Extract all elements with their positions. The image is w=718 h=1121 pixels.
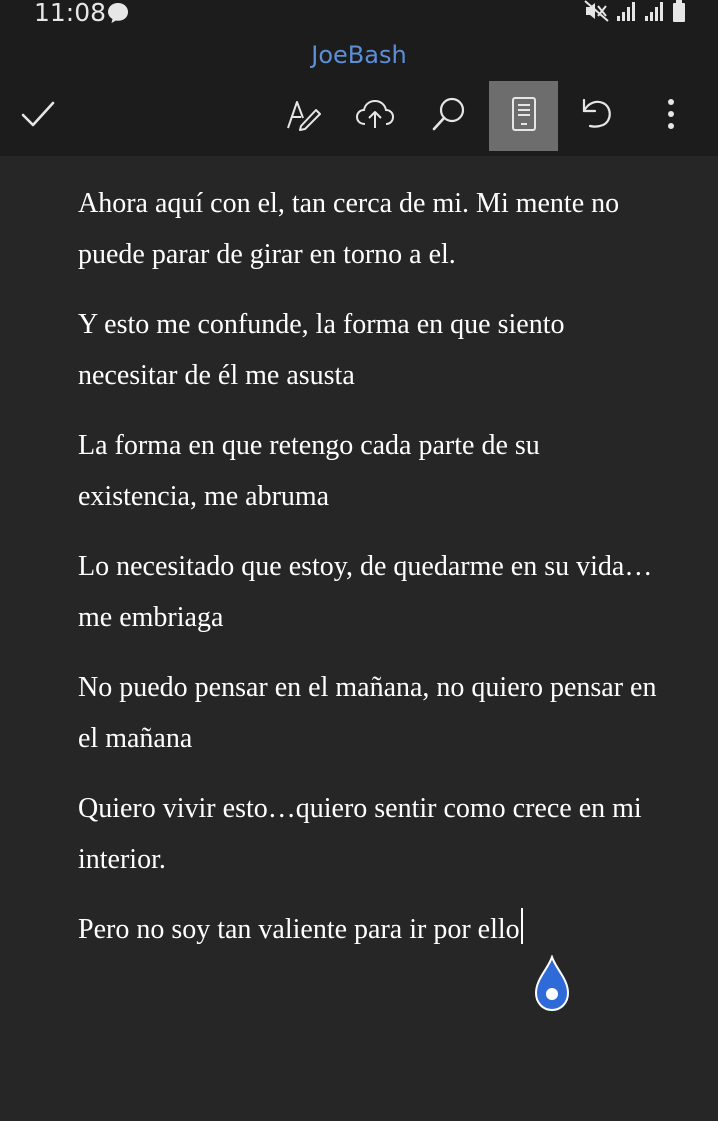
undo-icon: [580, 97, 614, 136]
search-button[interactable]: [414, 81, 484, 151]
done-button[interactable]: [8, 81, 68, 151]
status-time: 11:08: [34, 0, 107, 27]
document-paragraph-last[interactable]: Pero no soy tan valiente para ir por ell…: [78, 904, 658, 955]
search-icon: [431, 96, 467, 137]
cursor-handle[interactable]: [534, 953, 570, 1018]
battery-icon: [672, 0, 686, 27]
document-paragraph[interactable]: No puedo pensar en el mañana, no quiero …: [78, 662, 658, 764]
more-vertical-icon: [666, 98, 676, 135]
document-paragraph[interactable]: La forma en que retengo cada parte de su…: [78, 420, 658, 522]
document-title[interactable]: JoeBash: [0, 41, 718, 69]
document-paragraph[interactable]: Quiero vivir esto…quiero sentir como cre…: [78, 783, 658, 885]
document-body[interactable]: Ahora aquí con el, tan cerca de mi. Mi m…: [78, 178, 658, 974]
chat-bubble-icon: [106, 1, 130, 30]
last-paragraph-text: Pero no soy tan valiente para ir por ell…: [78, 914, 520, 945]
pen-format-icon: [285, 96, 321, 137]
word-editor-screen: 11:08 JoeBash Ahora aquí con el, tan cer…: [0, 0, 718, 1121]
document-paragraph[interactable]: Ahora aquí con el, tan cerca de mi. Mi m…: [78, 178, 658, 280]
mute-icon: [584, 0, 610, 27]
upload-button[interactable]: [342, 81, 408, 151]
cloud-upload-icon: [355, 98, 395, 135]
document-paragraph[interactable]: Lo necesitado que estoy, de quedarme en …: [78, 541, 658, 643]
status-icons: [584, 0, 686, 26]
status-bar: 11:08: [0, 0, 718, 28]
app-header: JoeBash: [0, 28, 718, 156]
check-icon: [20, 99, 56, 134]
text-cursor: [520, 908, 523, 944]
more-options-button[interactable]: [640, 81, 702, 151]
document-paragraph[interactable]: Y esto me confunde, la forma en que sien…: [78, 299, 658, 401]
mobile-view-button[interactable]: [489, 81, 558, 151]
undo-button[interactable]: [562, 81, 632, 151]
signal-icon: [644, 0, 666, 27]
mobile-view-icon: [511, 96, 537, 137]
format-button[interactable]: [270, 81, 336, 151]
signal-icon: [616, 0, 638, 27]
